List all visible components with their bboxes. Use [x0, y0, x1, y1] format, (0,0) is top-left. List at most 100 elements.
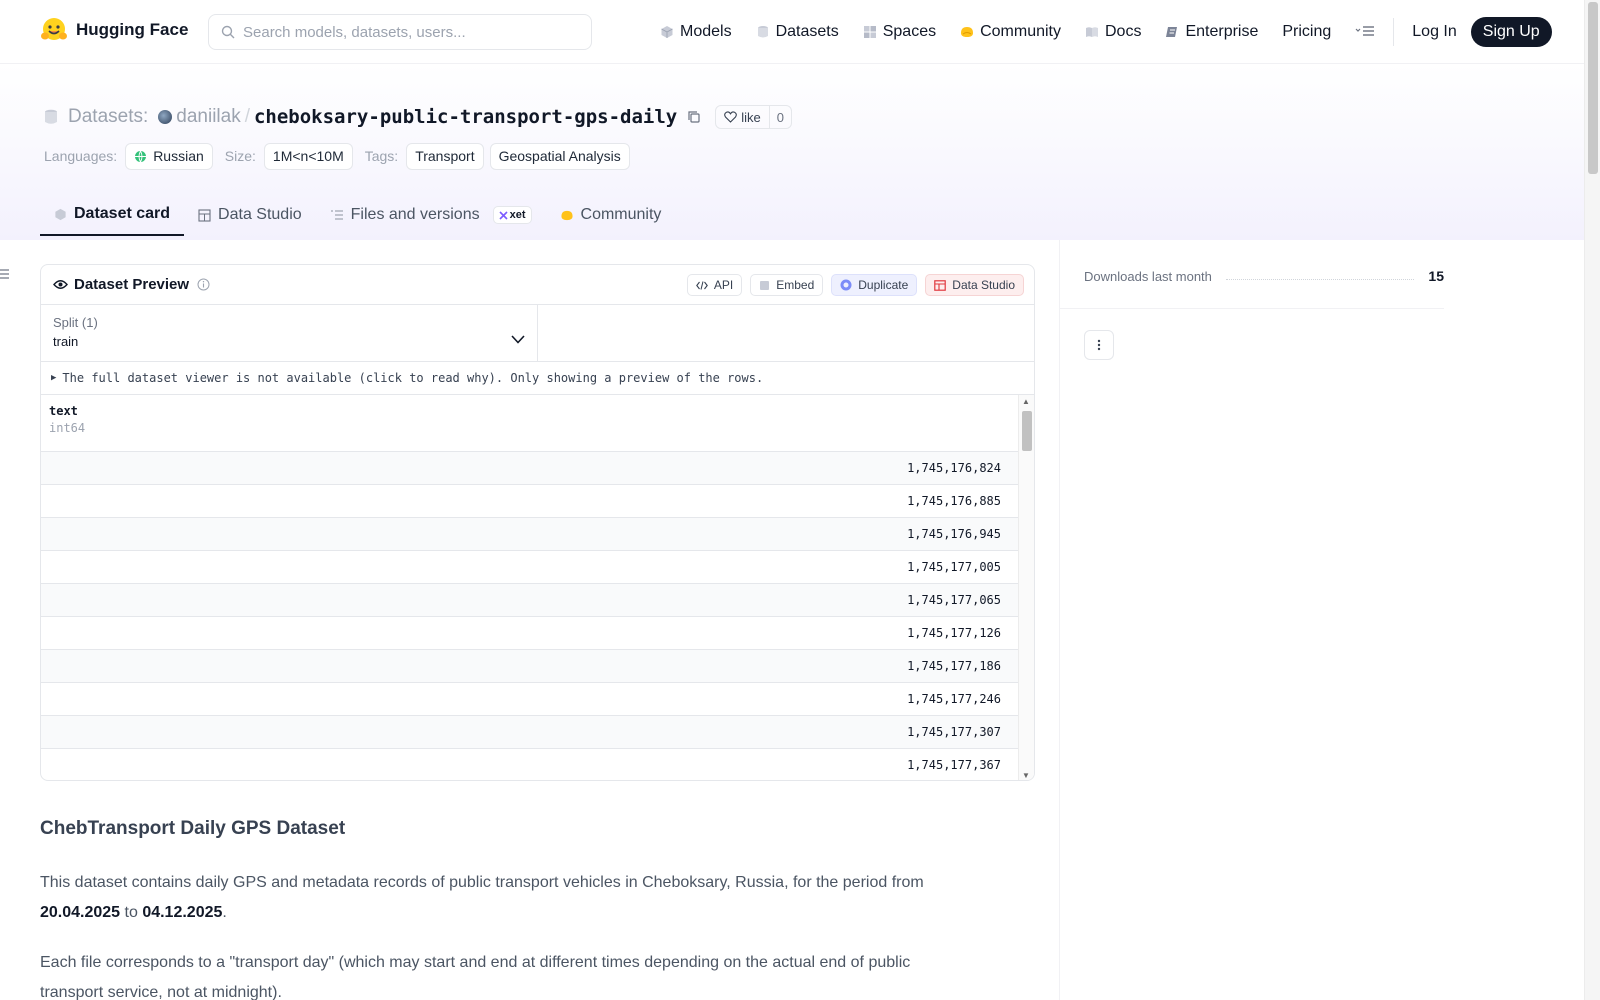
column-header[interactable]: text int64	[41, 395, 1021, 452]
table-row[interactable]: 1,745,177,005	[41, 551, 1021, 584]
repo-meta-row: Languages: Russian Size: 1M<n<10M Tags: …	[44, 142, 642, 170]
tab-files-versions[interactable]: Files and versions xet	[316, 194, 546, 236]
table-row[interactable]: 1,745,177,186	[41, 650, 1021, 683]
downloads-label: Downloads last month	[1084, 268, 1212, 284]
split-label: Split (1)	[53, 315, 98, 330]
files-icon	[330, 210, 343, 220]
nav-divider	[1393, 18, 1395, 46]
table-cell: 1,745,177,307	[907, 725, 1001, 739]
duplicate-button[interactable]: Duplicate	[831, 274, 918, 296]
table-row[interactable]: 1,745,177,307	[41, 716, 1021, 749]
preview-header: Dataset Preview API Embed Duplicate Data…	[41, 265, 1034, 305]
table-row[interactable]: 1,745,176,945	[41, 518, 1021, 551]
info-icon[interactable]	[197, 278, 210, 291]
card-text: to	[120, 904, 143, 921]
kebab-menu-icon	[1097, 339, 1101, 351]
table-row[interactable]: 1,745,177,367	[41, 749, 1021, 780]
nav-docs[interactable]: Docs	[1085, 18, 1141, 46]
heart-icon	[724, 111, 738, 123]
like-label-wrap[interactable]: like	[716, 106, 770, 128]
size-value: 1M<n<10M	[272, 148, 344, 164]
owner-avatar[interactable]	[158, 110, 173, 124]
preview-title: Dataset Preview	[74, 276, 190, 293]
table-row[interactable]: 1,745,177,246	[41, 683, 1021, 716]
downloads-stat: Downloads last month 15	[1084, 268, 1444, 284]
table-cell: 1,745,176,824	[907, 461, 1001, 475]
languages-label: Languages:	[44, 148, 118, 164]
scroll-down-arrow-icon[interactable]: ▼	[1022, 771, 1030, 780]
column-name: text	[49, 404, 78, 418]
api-button[interactable]: API	[686, 274, 743, 296]
nav-pricing[interactable]: Pricing	[1282, 18, 1331, 46]
scrollbar-thumb[interactable]	[1022, 411, 1032, 451]
tab-community[interactable]: Community	[546, 194, 676, 236]
table-icon	[198, 208, 211, 222]
date-to: 04.12.2025	[142, 904, 223, 921]
nav-more-menu[interactable]	[1355, 24, 1375, 40]
data-studio-button[interactable]: Data Studio	[925, 274, 1024, 296]
nav-spaces[interactable]: Spaces	[863, 18, 936, 46]
login-link[interactable]: Log In	[1412, 23, 1456, 41]
tab-data-studio[interactable]: Data Studio	[184, 194, 316, 236]
language-value: Russian	[153, 148, 204, 164]
chevron-down-icon	[511, 335, 525, 344]
toc-icon	[0, 269, 9, 279]
eye-icon	[53, 280, 68, 289]
nav-enterprise-label: Enterprise	[1185, 23, 1259, 40]
viewer-notice[interactable]: ▶ The full dataset viewer is not availab…	[41, 362, 1034, 395]
api-button-label: API	[713, 278, 734, 292]
table-row[interactable]: 1,745,176,824	[41, 452, 1021, 485]
more-options-button[interactable]	[1084, 330, 1114, 360]
table-icon	[934, 279, 947, 291]
page-scrollbar[interactable]	[1584, 0, 1600, 1000]
scroll-up-arrow-icon[interactable]: ▲	[1022, 397, 1030, 406]
card-heading: ChebTransport Daily GPS Dataset	[40, 818, 346, 839]
table-cell: 1,745,177,367	[907, 758, 1001, 772]
table-cell: 1,745,177,005	[907, 560, 1001, 574]
tag-chip[interactable]: Transport	[406, 142, 484, 170]
like-button[interactable]: like 0	[715, 105, 792, 129]
table-row[interactable]: 1,745,177,065	[41, 584, 1021, 617]
nav-datasets[interactable]: Datasets	[756, 18, 839, 46]
language-chip[interactable]: Russian	[125, 142, 213, 170]
tag-value: Geospatial Analysis	[498, 148, 621, 164]
page-scrollbar-thumb[interactable]	[1588, 2, 1598, 174]
date-from: 20.04.2025	[40, 904, 121, 921]
preview-scrollbar[interactable]: ▲ ▼	[1018, 395, 1034, 780]
brand[interactable]: Hugging Face	[40, 16, 188, 44]
nav-community[interactable]: Community	[960, 18, 1061, 46]
search-icon	[221, 25, 235, 39]
tab-dataset-card[interactable]: Dataset card	[40, 194, 185, 236]
table-cell: 1,745,177,246	[907, 692, 1001, 706]
nav-enterprise[interactable]: Enterprise	[1165, 18, 1258, 46]
dataset-preview-card: Dataset Preview API Embed Duplicate Data…	[40, 264, 1035, 781]
nav-pricing-label: Pricing	[1282, 23, 1332, 40]
tag-chip[interactable]: Geospatial Analysis	[489, 142, 630, 170]
repo-tabs: Dataset card Data Studio Files and versi…	[40, 194, 675, 236]
enterprise-icon	[1166, 27, 1178, 37]
nav-datasets-label: Datasets	[775, 23, 839, 40]
hugging-face-logo-icon	[41, 18, 67, 40]
signup-button[interactable]: Sign Up	[1470, 17, 1552, 47]
repo-name-link[interactable]: cheboksary-public-transport-gps-daily	[254, 106, 677, 128]
split-dropdown[interactable]: Split (1) train	[41, 305, 538, 361]
model-cube-icon	[661, 26, 673, 38]
repo-owner-link[interactable]: daniilak	[176, 106, 240, 128]
copy-icon[interactable]	[687, 110, 701, 124]
table-row[interactable]: 1,745,177,126	[41, 617, 1021, 650]
split-value: train	[53, 334, 79, 349]
like-count[interactable]: 0	[770, 110, 791, 125]
card-text: .	[222, 904, 227, 921]
search-box[interactable]	[208, 14, 592, 50]
nav-models[interactable]: Models	[660, 18, 732, 46]
embed-icon	[760, 280, 770, 290]
nav-docs-label: Docs	[1105, 23, 1142, 40]
embed-button[interactable]: Embed	[750, 274, 824, 296]
table-row[interactable]: 1,745,176,885	[41, 485, 1021, 518]
sidebar-toggle[interactable]	[0, 268, 10, 283]
size-chip[interactable]: 1M<n<10M	[263, 142, 353, 170]
repo-kind-label: Datasets:	[68, 106, 149, 127]
model-cube-icon	[55, 208, 66, 220]
search-input[interactable]	[243, 23, 573, 41]
database-icon	[757, 26, 768, 38]
